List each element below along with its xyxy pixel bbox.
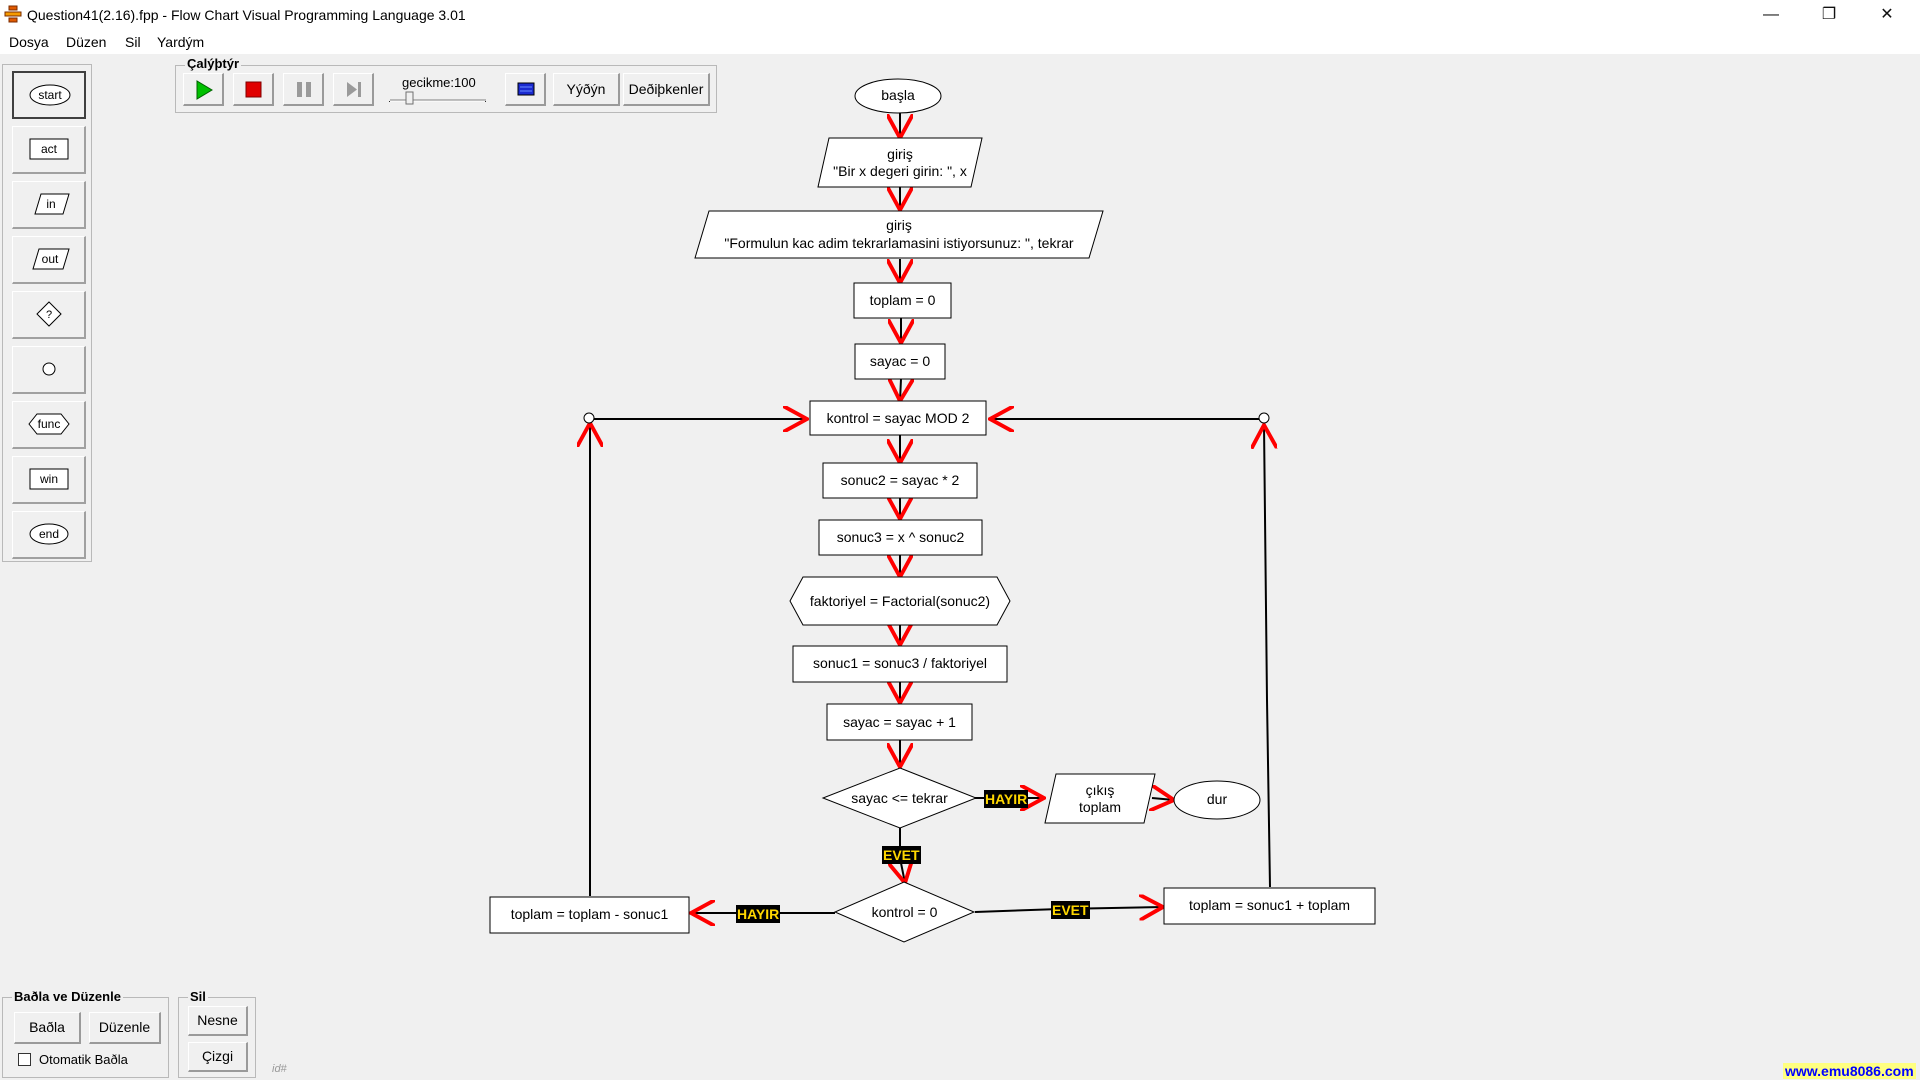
act-label: toplam = 0 [869, 292, 936, 308]
arrange-button[interactable]: Düzenle [89, 1012, 161, 1044]
yes-branch-label: EVET [882, 846, 921, 864]
act-label: toplam = toplam - sonuc1 [510, 906, 669, 922]
delete-line-button[interactable]: Çizgi [188, 1042, 248, 1072]
flow-line[interactable] [1264, 425, 1270, 888]
input-node-x-label: "Bir x degeri girin: ", x [833, 163, 967, 179]
connect-group-label: Baðla ve Düzenle [12, 989, 123, 1004]
delete-object-button[interactable]: Nesne [188, 1006, 248, 1036]
auto-connect-checkbox[interactable] [18, 1053, 31, 1066]
output-node-title: çıkış [1085, 782, 1115, 798]
act-label: sonuc2 = sayac * 2 [840, 472, 960, 488]
input-node-tekrar-title: giriş [886, 217, 912, 233]
input-node-tekrar-label: "Formulun kac adim tekrarlamasini istiyo… [724, 235, 1074, 251]
output-node-label: toplam [1078, 799, 1122, 815]
delete-group: Sil Nesne Çizgi [178, 989, 256, 1078]
start-node-label: başla [881, 87, 915, 103]
flow-line[interactable] [1152, 798, 1174, 800]
id-label: id# [272, 1063, 287, 1075]
no-branch-label: HAYIR [984, 790, 1029, 808]
input-node-x-title: giriş [887, 146, 913, 162]
yes-branch-label: EVET [1051, 901, 1090, 919]
act-label: toplam = sonuc1 + toplam [1188, 897, 1351, 913]
connector-node-left[interactable] [583, 412, 595, 424]
act-label: sonuc1 = sonuc3 / faktoriyel [813, 655, 987, 671]
func-label: faktoriyel = Factorial(sonuc2) [809, 593, 991, 609]
decision-label: sayac <= tekrar [851, 790, 948, 806]
connect-button[interactable]: Baðla [14, 1012, 81, 1044]
delete-group-label: Sil [188, 989, 208, 1004]
decision-label: kontrol = 0 [871, 904, 938, 920]
flow-line[interactable] [900, 379, 901, 401]
act-label: kontrol = sayac MOD 2 [826, 410, 970, 426]
website-link[interactable]: www.emu8086.com [1783, 1063, 1916, 1079]
act-label: sonuc3 = x ^ sonuc2 [836, 529, 965, 545]
act-label: sayac = 0 [869, 353, 931, 369]
end-node-label: dur [1206, 791, 1228, 807]
connector-node-right[interactable] [1258, 412, 1270, 424]
connect-group: Baðla ve Düzenle Baðla Düzenle Otomatik … [2, 989, 169, 1078]
act-label: sayac = sayac + 1 [843, 714, 956, 730]
no-branch-label: HAYIR [736, 905, 781, 923]
auto-connect-label: Otomatik Baðla [39, 1052, 128, 1067]
